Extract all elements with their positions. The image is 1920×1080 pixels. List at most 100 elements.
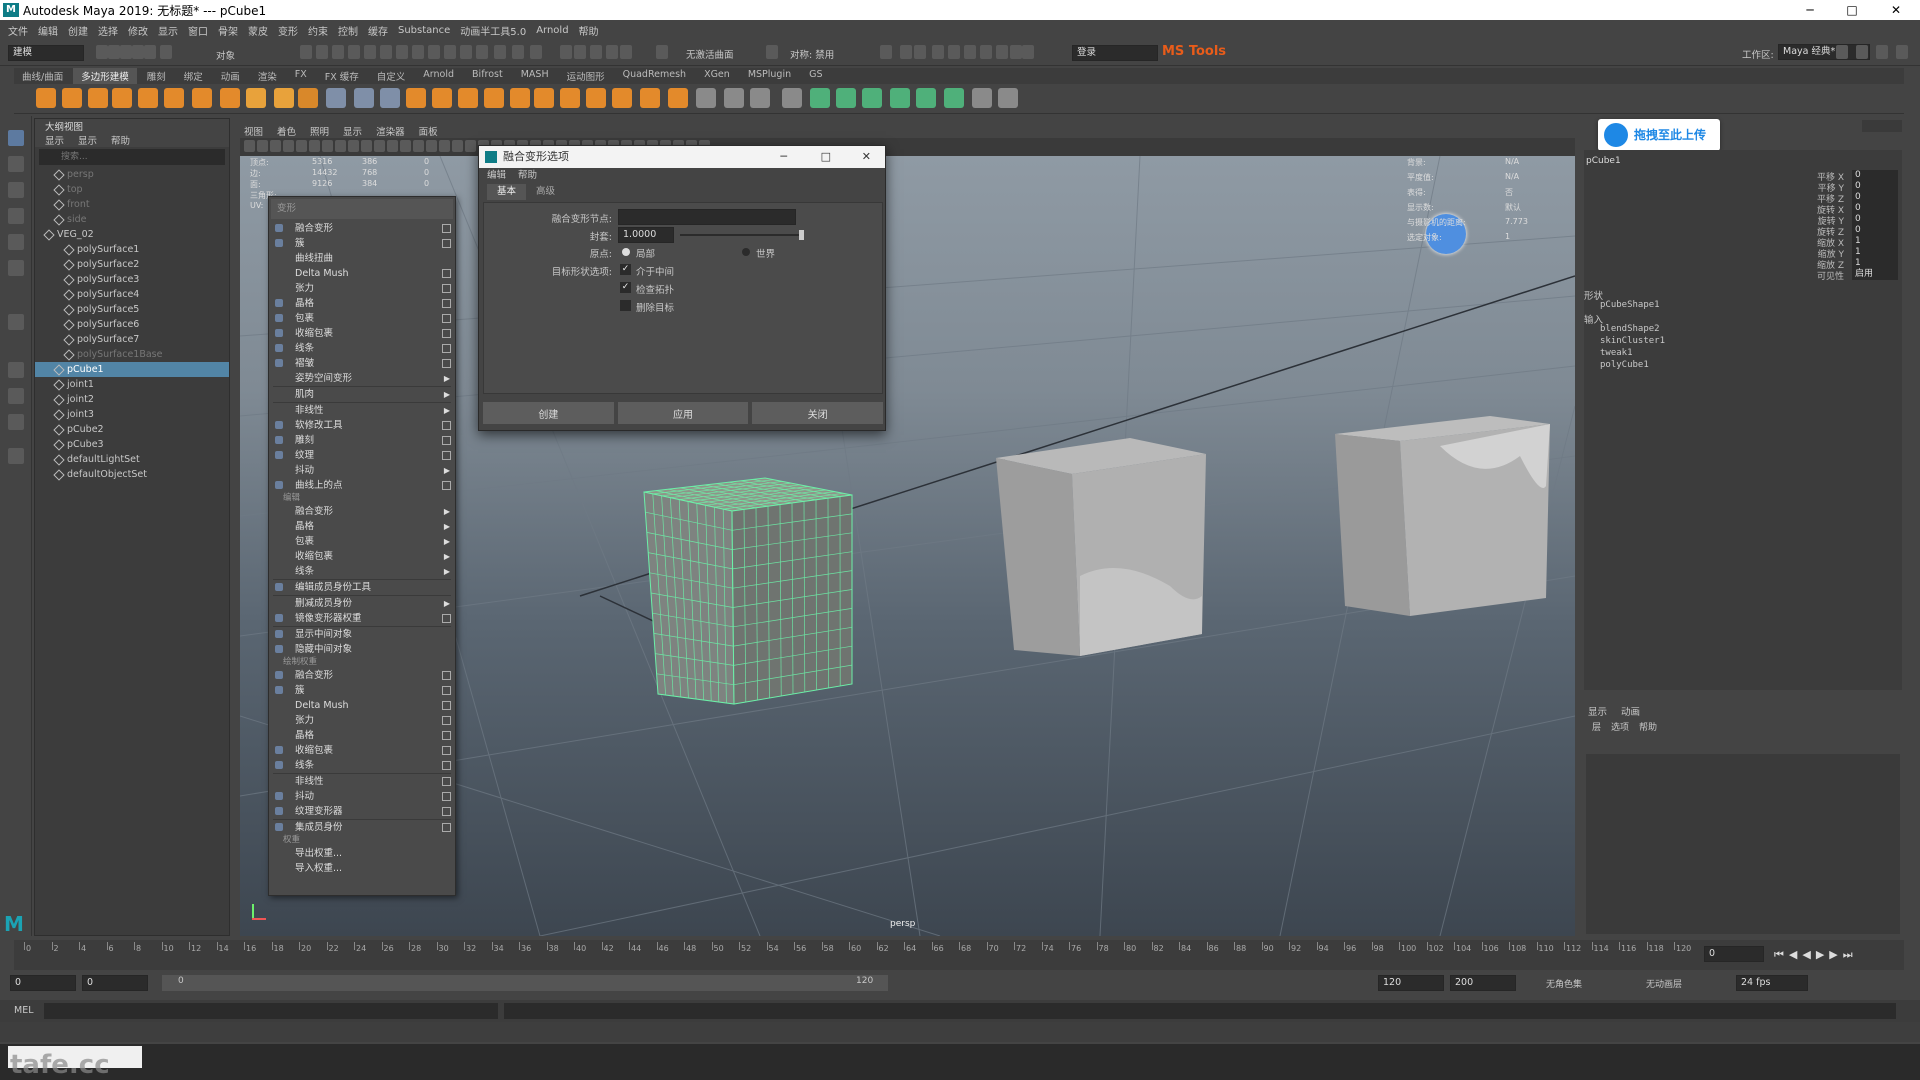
outliner-item[interactable]: defaultLightSet: [35, 452, 229, 467]
deform-menu-item[interactable]: 抖动: [269, 789, 455, 804]
shelf-tool-icon[interactable]: [220, 88, 240, 108]
mel-input[interactable]: [44, 1003, 498, 1019]
shelf-tool-icon[interactable]: [406, 88, 426, 108]
outliner-menu-2[interactable]: 帮助: [111, 133, 130, 147]
deform-menu-item[interactable]: Delta Mush: [269, 698, 455, 713]
status-tool-icon[interactable]: [108, 45, 120, 59]
deform-menu-item[interactable]: 收缩包裹: [269, 326, 455, 341]
shelf-tool-icon[interactable]: [668, 88, 688, 108]
outliner-search[interactable]: 搜索...: [39, 149, 225, 165]
outliner-menu-1[interactable]: 显示: [78, 133, 97, 147]
select-tool-icon[interactable]: [8, 130, 24, 146]
dialog-menu-0[interactable]: 编辑: [487, 168, 506, 184]
status-tool-icon[interactable]: [574, 45, 586, 59]
shelf-tab-9[interactable]: Arnold: [415, 68, 462, 84]
channel-value[interactable]: 0: [1852, 192, 1898, 203]
viewport-tool-icon[interactable]: [322, 140, 333, 152]
rotate-tool-icon[interactable]: [8, 234, 24, 250]
viewport-tool-icon[interactable]: [335, 140, 346, 152]
login-dropdown[interactable]: 登录: [1072, 45, 1158, 61]
current-frame-field[interactable]: 0: [1704, 946, 1764, 962]
option-box-icon[interactable]: [442, 686, 451, 695]
shelf-tool-icon[interactable]: [782, 88, 802, 108]
shelf-tab-7[interactable]: FX 缓存: [317, 68, 367, 84]
dialog-close-button[interactable]: ✕: [862, 146, 871, 168]
option-box-icon[interactable]: [442, 269, 451, 278]
shelf-tool-icon[interactable]: [640, 88, 660, 108]
shelf-tool-icon[interactable]: [484, 88, 504, 108]
status-tool-icon[interactable]: [428, 45, 440, 59]
deform-menu-item[interactable]: 收缩包裹 ▶: [269, 549, 455, 564]
shelf-tab-10[interactable]: Bifrost: [464, 68, 511, 84]
status-tool-icon[interactable]: [932, 45, 944, 59]
shelf-tool-icon[interactable]: [560, 88, 580, 108]
shelf-tool-icon[interactable]: [534, 88, 554, 108]
option-box-icon[interactable]: [442, 359, 451, 368]
deform-menu-item[interactable]: 镜像变形器权重: [269, 611, 455, 626]
deform-menu-item[interactable]: 显示中间对象: [269, 627, 455, 642]
deform-menu-item[interactable]: 雕刻: [269, 433, 455, 448]
status-tool-icon[interactable]: [396, 45, 408, 59]
mel-label[interactable]: MEL: [14, 1005, 34, 1016]
option-box-icon[interactable]: [442, 777, 451, 786]
viewport-tool-icon[interactable]: [244, 140, 255, 152]
shelf-tool-icon[interactable]: [944, 88, 964, 108]
deform-menu-item[interactable]: 融合变形: [269, 221, 455, 236]
channel-value[interactable]: 0: [1852, 203, 1898, 214]
channel-value[interactable]: 1: [1852, 236, 1898, 247]
time-slider[interactable]: 0 2 4 6 8 10 12 14 16 18 20 22 24 26 28 30 32 34 36 38 40 42 4…: [14, 940, 1904, 970]
viewport-tool-icon[interactable]: [309, 140, 320, 152]
range-bar[interactable]: 0 120: [162, 975, 888, 991]
option-box-icon[interactable]: [442, 436, 451, 445]
menu-10[interactable]: 约束: [308, 23, 328, 38]
option-box-icon[interactable]: [442, 239, 451, 248]
deform-menu-item[interactable]: 姿势空间变形 ▶: [269, 371, 455, 386]
status-tool-icon[interactable]: [444, 45, 456, 59]
option-box-icon[interactable]: [442, 823, 451, 832]
option-box-icon[interactable]: [442, 314, 451, 323]
cube-deformed-middle[interactable]: [996, 438, 1206, 656]
viewport-tool-icon[interactable]: [257, 140, 268, 152]
outliner-tab[interactable]: 大纲视图: [35, 119, 229, 133]
channel-value[interactable]: 0: [1852, 214, 1898, 225]
status-tool-icon[interactable]: [364, 45, 376, 59]
viewport-tool-icon[interactable]: [296, 140, 307, 152]
create-button[interactable]: 创建: [483, 402, 614, 424]
option-box-icon[interactable]: [442, 299, 451, 308]
status-tool-icon[interactable]: [948, 45, 960, 59]
option-box-icon[interactable]: [442, 329, 451, 338]
menu-0[interactable]: 文件: [8, 23, 28, 38]
shelf-tool-icon[interactable]: [586, 88, 606, 108]
viewport-tool-icon[interactable]: [439, 140, 450, 152]
status-tool-icon[interactable]: [766, 45, 778, 59]
status-tool-icon[interactable]: [1896, 45, 1908, 59]
menu-4[interactable]: 修改: [128, 23, 148, 38]
shelf-tool-icon[interactable]: [36, 88, 56, 108]
shelf-tool-icon[interactable]: [62, 88, 82, 108]
deform-menu-item[interactable]: 线条: [269, 341, 455, 356]
outliner-layout-icon[interactable]: [8, 448, 24, 464]
last-tool-icon[interactable]: [8, 314, 24, 330]
viewport-tool-icon[interactable]: [283, 140, 294, 152]
delete-targets-checkbox[interactable]: [620, 300, 631, 311]
outliner-item[interactable]: persp: [35, 167, 229, 182]
menu-8[interactable]: 蒙皮: [248, 23, 268, 38]
shelf-tool-icon[interactable]: [750, 88, 770, 108]
menu-5[interactable]: 显示: [158, 23, 178, 38]
viewport-tool-icon[interactable]: [361, 140, 372, 152]
envelope-slider-handle[interactable]: [799, 230, 804, 240]
outliner-item[interactable]: pCube1: [35, 362, 229, 377]
cube-wireframe[interactable]: [643, 477, 853, 705]
status-tool-icon[interactable]: [590, 45, 602, 59]
shelf-tool-icon[interactable]: [696, 88, 716, 108]
playback-controls[interactable]: ⏮◀◀▶▶⏭: [1774, 948, 1858, 962]
outliner-item[interactable]: polySurface7: [35, 332, 229, 347]
move-tool-icon[interactable]: [8, 208, 24, 224]
shelf-tool-icon[interactable]: [274, 88, 294, 108]
deform-menu-item[interactable]: 线条: [269, 758, 455, 773]
deform-menu-item[interactable]: 非线性 ▶: [269, 403, 455, 418]
status-tool-icon[interactable]: [1022, 45, 1034, 59]
deform-menu-item[interactable]: 张力: [269, 713, 455, 728]
status-tool-icon[interactable]: [914, 45, 926, 59]
outliner-item[interactable]: polySurface3: [35, 272, 229, 287]
